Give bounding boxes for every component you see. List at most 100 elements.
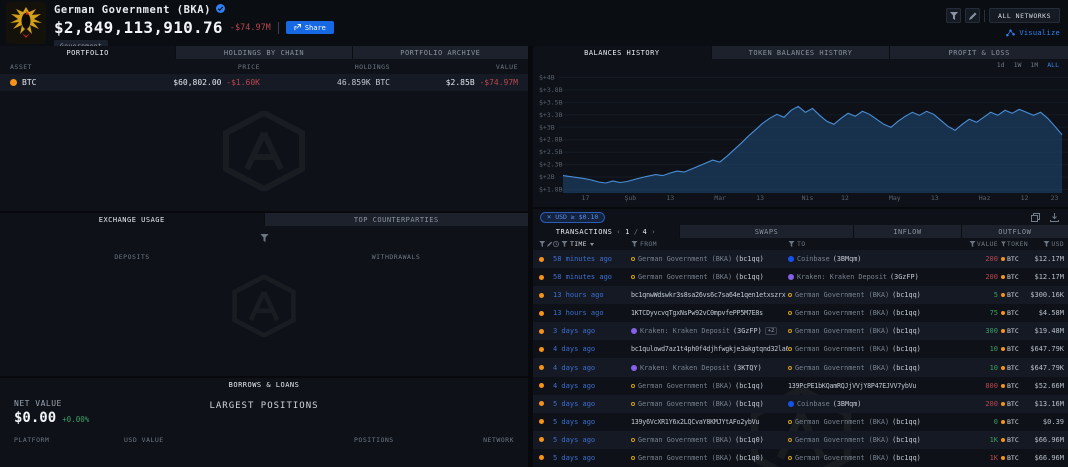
tx-token[interactable]: BTC xyxy=(998,309,1028,317)
tab-outflow[interactable]: OUTFLOW xyxy=(961,225,1068,238)
tx-from-cell[interactable]: German Government (BKA)(bc1qq) xyxy=(631,255,788,263)
address-tag[interactable]: (bc1qq) xyxy=(735,273,764,281)
extra-count-badge[interactable]: +2 xyxy=(765,327,778,335)
entity-name[interactable]: Kraken: Kraken Deposit xyxy=(640,327,730,335)
transaction-row[interactable]: 5 days ago German Government (BKA)(bc1q0… xyxy=(533,449,1068,467)
tab-portfolio[interactable]: PORTFOLIO xyxy=(0,46,175,59)
tx-token[interactable]: BTC xyxy=(998,454,1028,462)
tab-profit-loss[interactable]: PROFIT & LOSS xyxy=(889,46,1068,59)
tx-from-cell[interactable]: German Government (BKA)(bc1q0) xyxy=(631,436,788,444)
address-link[interactable]: bc1qnwWdswkr3s8sa26vs6c7sa64e1qen1etxszr… xyxy=(631,291,786,299)
address-link[interactable]: 139PcPE1bKQamRQJjVVjY8P47EJVV7ybVu xyxy=(788,382,916,390)
tx-to-cell[interactable]: Coinbase(3BMqm) xyxy=(788,400,964,408)
filter-funnel-icon[interactable] xyxy=(260,234,269,245)
address-tag[interactable]: (bc1qq) xyxy=(892,418,921,426)
filter-icon[interactable] xyxy=(631,241,638,247)
tx-from-cell[interactable]: German Government (BKA)(bc1qq) xyxy=(631,382,788,390)
column-from[interactable]: FROM xyxy=(640,240,657,248)
tx-to-cell[interactable]: German Government (BKA)(bc1qq) xyxy=(788,345,964,353)
transaction-row[interactable]: 13 hours ago 1KTCDyvcvqTgxNsPw92vC0mpvfe… xyxy=(533,304,1068,322)
tx-from-cell[interactable]: 1KTCDyvcvqTgxNsPw92vC0mpvfePP5M7E8s xyxy=(631,309,788,317)
column-value[interactable]: VALUE xyxy=(977,240,998,248)
tx-token[interactable]: BTC xyxy=(998,273,1028,281)
tab-top-counterparties[interactable]: TOP COUNTERPARTIES xyxy=(264,213,529,226)
tx-token[interactable]: BTC xyxy=(998,400,1028,408)
tab-swaps[interactable]: SWAPS xyxy=(679,225,853,238)
tab-transactions[interactable]: TRANSACTIONS ‹ 1 / 4 › xyxy=(533,225,679,238)
tx-time-link[interactable]: 3 days ago xyxy=(553,327,631,335)
address-link[interactable]: 1KTCDyvcvqTgxNsPw92vC0mpvfePP5M7E8s xyxy=(631,309,763,317)
tx-to-cell[interactable]: 139PcPE1bKQamRQJjVVjY8P47EJVV7ybVu xyxy=(788,382,964,390)
transaction-row[interactable]: 5 days ago 139y6VcXR1Y6x2LQCvaY8KMJYtAFo… xyxy=(533,413,1068,431)
share-button[interactable]: Share xyxy=(286,21,334,34)
tx-from-cell[interactable]: Kraken: Kraken Deposit(3GzFP)+2 xyxy=(631,327,788,335)
tx-token[interactable]: BTC xyxy=(998,291,1028,299)
tx-from-cell[interactable]: German Government (BKA)(bc1qq) xyxy=(631,400,788,408)
tx-token[interactable]: BTC xyxy=(998,436,1028,444)
all-networks-button[interactable]: ALL NETWORKS xyxy=(989,8,1060,23)
filter-icon[interactable] xyxy=(1043,241,1050,247)
tx-to-cell[interactable]: German Government (BKA)(bc1qq) xyxy=(788,327,964,335)
tx-to-cell[interactable]: German Government (BKA)(bc1qq) xyxy=(788,454,964,462)
entity-name[interactable]: German Government (BKA) xyxy=(638,382,732,390)
tx-time-link[interactable]: 5 days ago xyxy=(553,454,631,462)
tab-portfolio-archive[interactable]: PORTFOLIO ARCHIVE xyxy=(352,46,528,59)
address-tag[interactable]: (bc1qq) xyxy=(892,364,921,372)
copy-icon[interactable] xyxy=(1029,211,1042,224)
tx-time-link[interactable]: 4 days ago xyxy=(553,364,631,372)
download-icon[interactable] xyxy=(1048,211,1061,224)
tx-to-cell[interactable]: Kraken: Kraken Deposit(3GzFP) xyxy=(788,273,964,281)
entity-name[interactable]: Coinbase xyxy=(797,400,830,408)
tx-time-link[interactable]: 5 days ago xyxy=(553,418,631,426)
transaction-row[interactable]: 13 hours ago bc1qnwWdswkr3s8sa26vs6c7sa6… xyxy=(533,286,1068,304)
edit-icon-button[interactable] xyxy=(965,8,980,23)
filter-icon[interactable] xyxy=(969,241,976,247)
tx-token[interactable]: BTC xyxy=(998,364,1028,372)
tx-time-link[interactable]: 4 days ago xyxy=(553,382,631,390)
address-tag[interactable]: (3GzFP) xyxy=(890,273,919,281)
address-tag[interactable]: (bc1qq) xyxy=(892,436,921,444)
entity-name[interactable]: German Government (BKA) xyxy=(795,309,889,317)
tab-balances-history[interactable]: BALANCES HISTORY xyxy=(533,46,711,59)
address-tag[interactable]: (bc1qq) xyxy=(892,327,921,335)
address-link[interactable]: 139y6VcXR1Y6x2LQCvaY8KMJYtAFo2ybVu xyxy=(631,418,759,426)
column-to[interactable]: TO xyxy=(797,240,805,248)
column-time[interactable]: TIME xyxy=(570,240,587,248)
filter-icon[interactable] xyxy=(539,241,545,247)
tx-token[interactable]: BTC xyxy=(998,255,1028,263)
entity-name[interactable]: German Government (BKA) xyxy=(638,436,732,444)
address-tag[interactable]: (bc1qq) xyxy=(735,382,764,390)
transaction-row[interactable]: 5 days ago German Government (BKA)(bc1qq… xyxy=(533,395,1068,413)
portfolio-row-btc[interactable]: BTC $60,802.00 -$1.60K 46.859K BTC $2.85… xyxy=(0,74,528,91)
address-tag[interactable]: (bc1q0) xyxy=(735,436,764,444)
transaction-row[interactable]: 58 minutes ago German Government (BKA)(b… xyxy=(533,250,1068,268)
pagination-next[interactable]: › xyxy=(651,228,656,236)
tx-from-cell[interactable]: bc1qnwWdswkr3s8sa26vs6c7sa64e1qen1etxszr… xyxy=(631,291,788,299)
transaction-row[interactable]: 4 days ago German Government (BKA)(bc1qq… xyxy=(533,377,1068,395)
tx-time-link[interactable]: 5 days ago xyxy=(553,436,631,444)
tx-from-cell[interactable]: bc1qulowd7az1t4ph0f4djhfwgkje3akgtqnd32l… xyxy=(631,345,788,353)
address-tag[interactable]: (bc1qq) xyxy=(892,309,921,317)
tab-inflow[interactable]: INFLOW xyxy=(853,225,960,238)
tx-to-cell[interactable]: German Government (BKA)(bc1qq) xyxy=(788,436,964,444)
entity-name[interactable]: German Government (BKA) xyxy=(795,454,889,462)
tx-time-link[interactable]: 4 days ago xyxy=(553,345,631,353)
tab-token-balances-history[interactable]: TOKEN BALANCES HISTORY xyxy=(711,46,890,59)
tx-to-cell[interactable]: German Government (BKA)(bc1qq) xyxy=(788,418,964,426)
address-tag[interactable]: (3BMqm) xyxy=(833,255,862,263)
entity-name[interactable]: German Government (BKA) xyxy=(795,436,889,444)
tx-from-cell[interactable]: German Government (BKA)(bc1qq) xyxy=(631,273,788,281)
tx-token[interactable]: BTC xyxy=(998,382,1028,390)
address-tag[interactable]: (bc1qq) xyxy=(892,345,921,353)
tx-time-link[interactable]: 5 days ago xyxy=(553,400,631,408)
visualize-link[interactable]: Visualize xyxy=(1006,29,1060,37)
tab-holdings-by-chain[interactable]: HOLDINGS BY CHAIN xyxy=(175,46,351,59)
address-tag[interactable]: (bc1qq) xyxy=(735,400,764,408)
transaction-row[interactable]: 5 days ago German Government (BKA)(bc1q0… xyxy=(533,431,1068,449)
transaction-row[interactable]: 4 days ago bc1qulowd7az1t4ph0f4djhfwgkje… xyxy=(533,340,1068,358)
entity-name[interactable]: German Government (BKA) xyxy=(638,454,732,462)
entity-name[interactable]: German Government (BKA) xyxy=(795,291,889,299)
filter-icon[interactable] xyxy=(788,241,795,247)
tx-time-link[interactable]: 58 minutes ago xyxy=(553,255,631,263)
range-1m[interactable]: 1M xyxy=(1030,61,1038,69)
